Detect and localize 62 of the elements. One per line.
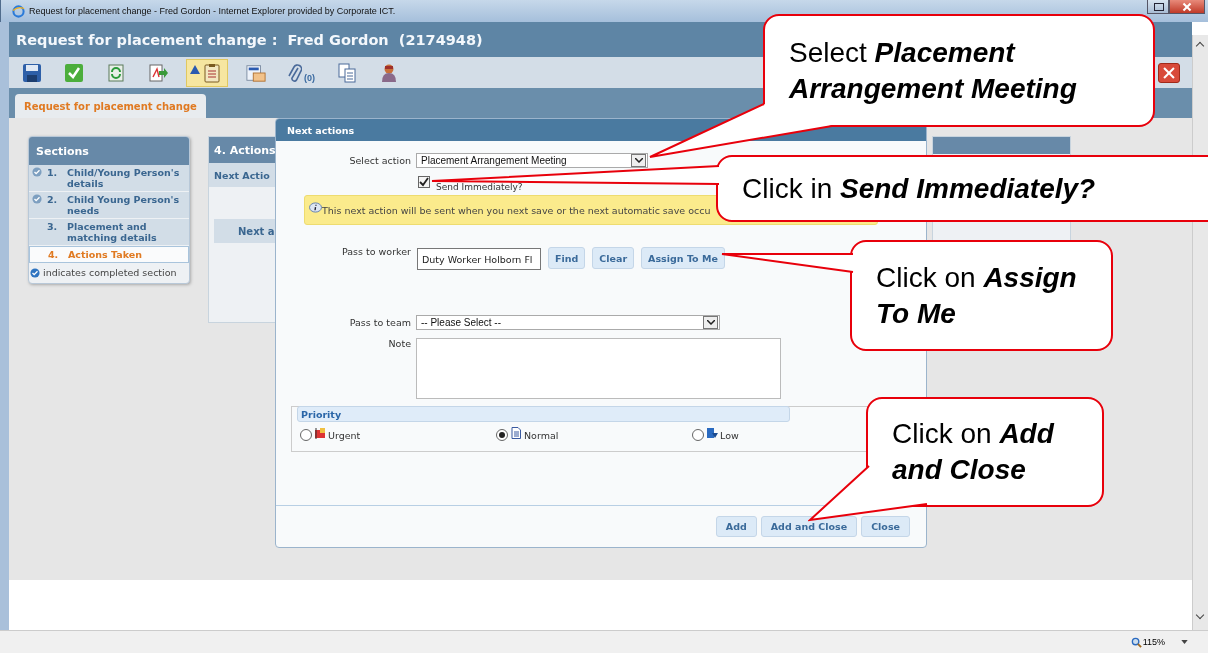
zoom-level[interactable]: 115% [1142,637,1165,647]
checkbox[interactable] [418,176,430,188]
worker-button[interactable]: Assign To Me [641,247,725,269]
export-icon [148,62,168,83]
worker-button[interactable]: Clear [592,247,635,269]
next-action-button[interactable]: Next a [214,219,278,243]
field-label: Select action [348,154,412,166]
worker-field[interactable]: Duty Worker Holborn Fl [417,248,541,270]
info-text: This next action will be sent when you next save or the next automatic save occu [322,204,711,216]
dropdown-icon[interactable] [1181,640,1188,644]
section-item[interactable]: 2. Child Young Person's needs [29,192,189,219]
completed-icon [30,267,40,278]
panel-header: 4. Actions [209,137,278,163]
checkmark-icon [64,62,84,83]
note-field[interactable] [416,338,781,399]
action-select[interactable]: Placement Arrangement Meeting [416,152,648,168]
worker-button[interactable]: Find [548,247,586,269]
field-label: Pass to team [348,316,412,328]
callout: Click on Assign To Me [850,240,1113,351]
sections-header: Sections [29,137,189,165]
dialog-button[interactable]: Close [861,516,910,537]
attachment-count: (0) [304,72,315,83]
checkbox-label: Send Immediately? [436,181,523,192]
close-button[interactable] [1169,0,1205,14]
team-select[interactable]: -- Please Select -- [416,314,720,330]
radio-button[interactable] [692,428,704,441]
dropdown-icon[interactable] [703,315,718,329]
check-icon [32,194,42,204]
section-item[interactable]: 4. Actions Taken [29,246,189,263]
section-item[interactable]: 3. Placement and matching details [29,219,189,246]
toolbar-attach-button[interactable]: (0) [284,58,319,87]
field-label: Note [387,338,412,349]
panel-subheader: Next Actio [209,163,278,187]
tab[interactable]: Request for placement change [15,94,206,118]
refresh-icon [106,62,126,83]
browser-logo-icon [12,4,25,18]
documents-icon [337,62,357,83]
info-icon [309,202,322,213]
radio-button[interactable] [300,428,312,441]
field-label: Pass to worker [341,246,412,257]
flag-icon [314,426,326,439]
toolbar-warnings-button[interactable] [186,58,228,87]
priority-legend: Priority [297,406,790,422]
legend-text: indicates completed section [43,267,177,278]
close-icon[interactable] [1158,63,1180,83]
person-icon [379,62,399,83]
zoom-icon[interactable] [1130,636,1142,648]
section-item[interactable]: 1. Child/Young Person's details [29,165,189,192]
radio-label: Urgent [328,430,361,441]
dialog-button[interactable]: Add and Close [760,516,858,537]
dialog-button[interactable]: Add [715,516,757,537]
maximize-button[interactable] [1147,0,1169,14]
radio-label: Normal [524,430,559,441]
envelope-icon [246,62,266,83]
window-title: Request for placement change - Fred Gordon - Internet Explorer provided by Corporate ICT. [29,6,396,16]
document-icon [510,426,522,439]
arrow-icon [706,426,718,439]
paperclip-icon [288,62,302,83]
radio-label: Low [720,430,739,441]
radio-button[interactable] [496,428,508,441]
dropdown-icon[interactable] [631,153,646,167]
check-icon [32,167,42,177]
